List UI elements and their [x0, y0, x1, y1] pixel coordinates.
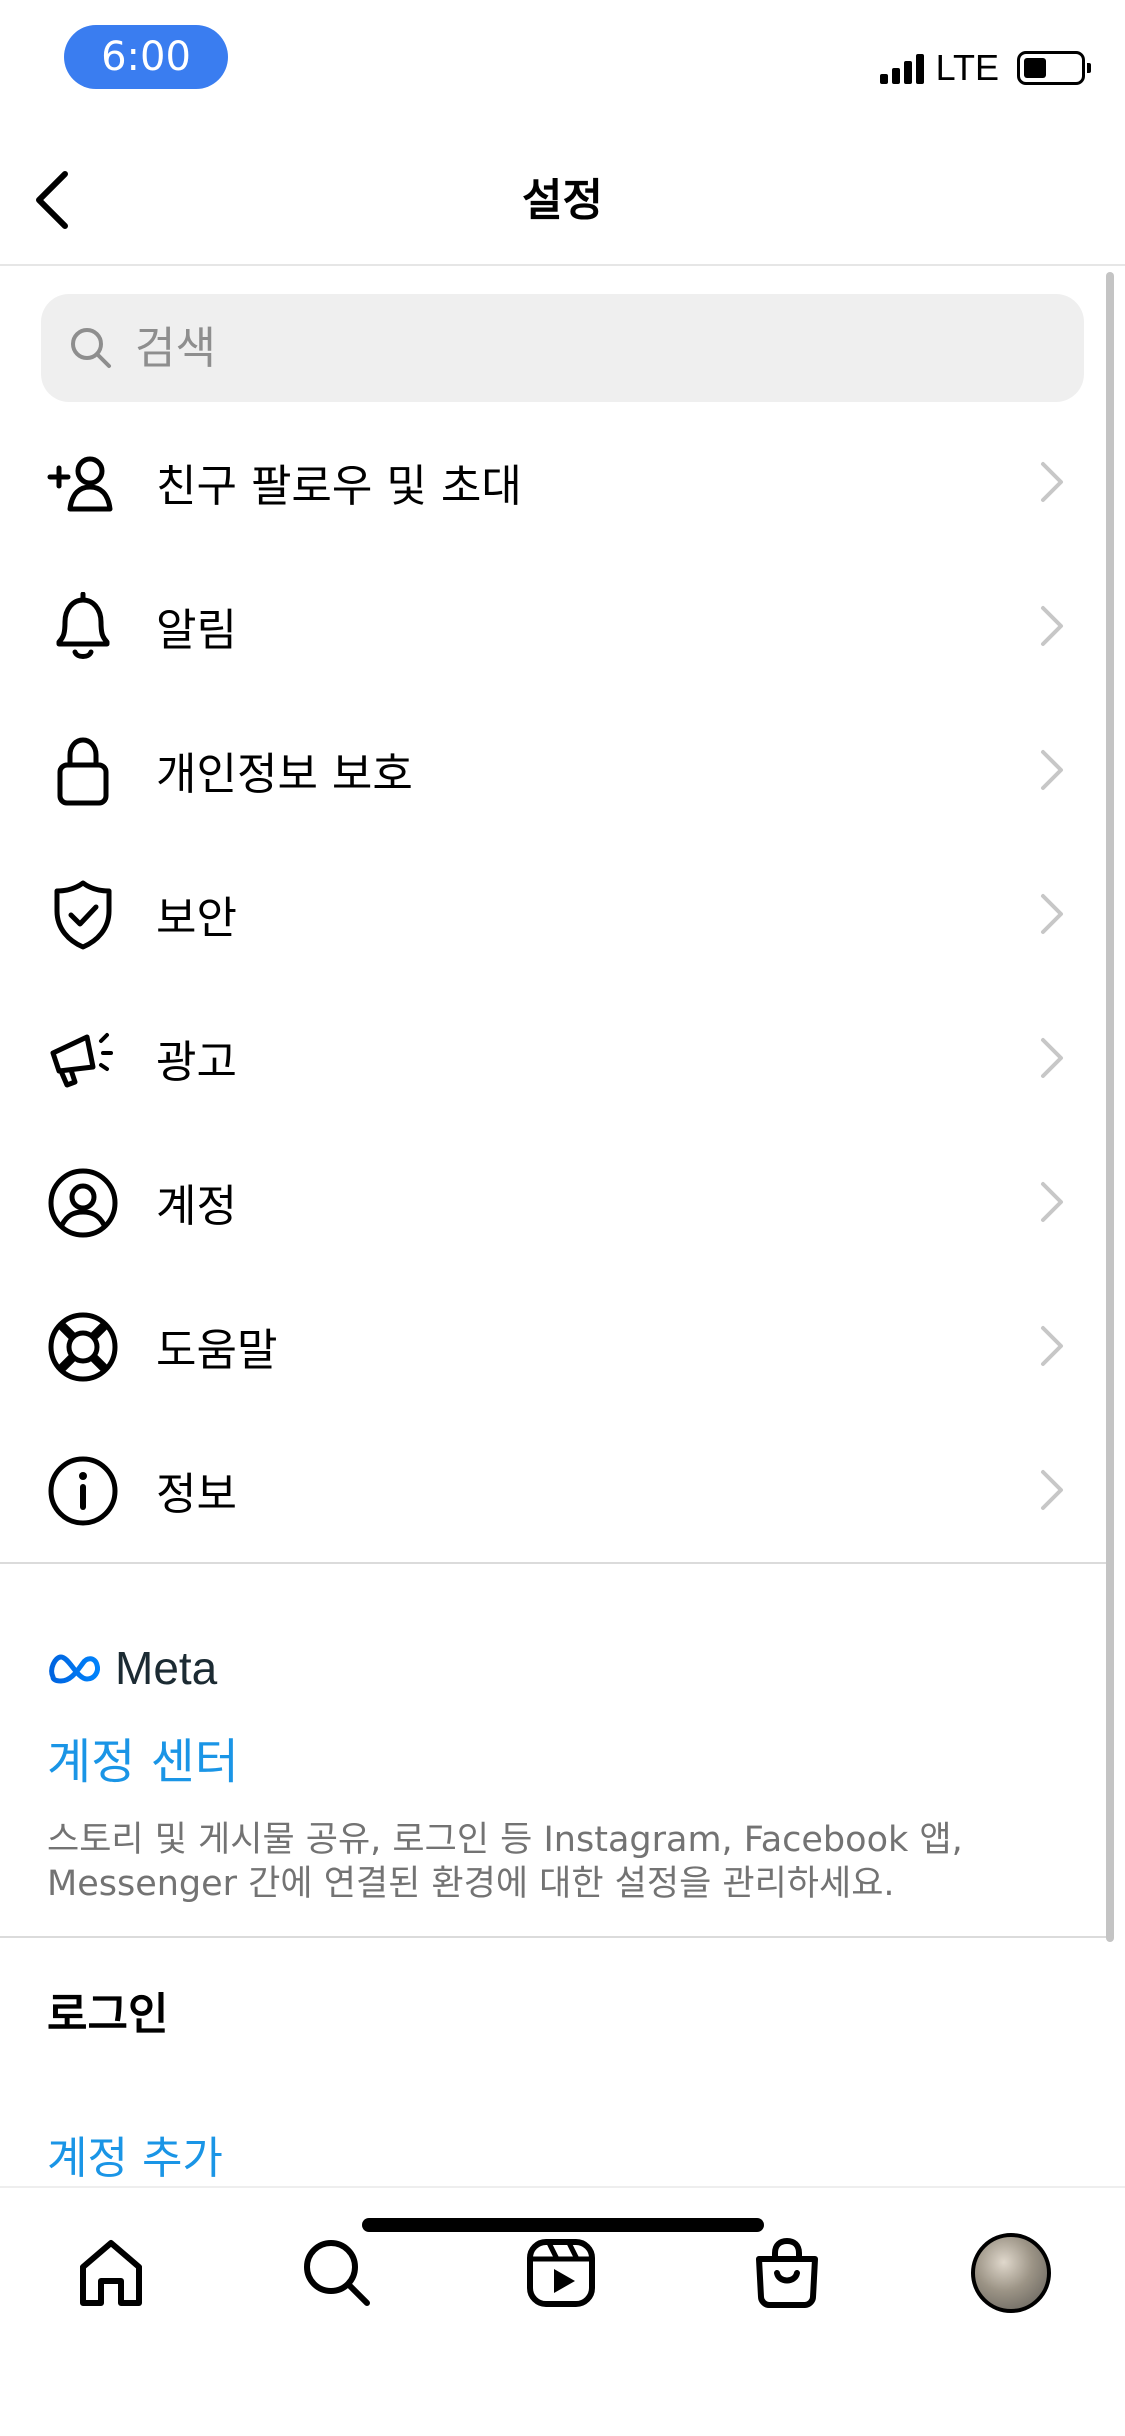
- tab-profile[interactable]: [966, 2228, 1056, 2318]
- chevron-right-icon: [1041, 1470, 1063, 1510]
- shop-icon: [756, 2237, 818, 2308]
- profile-avatar: [971, 2233, 1051, 2313]
- chevron-right-icon: [1041, 606, 1063, 646]
- lock-icon: [46, 734, 120, 808]
- tab-shop[interactable]: [742, 2228, 832, 2318]
- tab-search[interactable]: [292, 2228, 382, 2318]
- scrollbar[interactable]: [1106, 272, 1114, 1942]
- search-icon: [304, 2240, 370, 2306]
- account-circle-icon: [46, 1166, 120, 1240]
- status-time: 6:00: [64, 25, 228, 89]
- chevron-right-icon: [1041, 750, 1063, 790]
- menu-item-security[interactable]: 보안: [0, 842, 1125, 986]
- menu-item-help[interactable]: 도움말: [0, 1274, 1125, 1418]
- menu-label: 도움말: [156, 1325, 278, 1376]
- meta-infinity-icon: [49, 1654, 100, 1684]
- page-title: 설정: [522, 175, 603, 226]
- menu-label: 계정: [156, 1181, 237, 1232]
- meta-logo: Meta: [47, 1641, 217, 1695]
- signal-icon: [879, 52, 924, 84]
- chevron-right-icon: [1041, 1038, 1063, 1078]
- menu-label: 친구 팔로우 및 초대: [156, 461, 522, 512]
- search-bar[interactable]: [41, 294, 1084, 402]
- chevron-right-icon: [1041, 1182, 1063, 1222]
- accounts-center-description: 스토리 및 게시물 공유, 로그인 등 Instagram, Facebook …: [47, 1820, 963, 1904]
- menu-item-privacy[interactable]: 개인정보 보호: [0, 698, 1125, 842]
- tab-reels[interactable]: [516, 2228, 606, 2318]
- reels-icon: [527, 2239, 595, 2307]
- menu-label: 개인정보 보호: [156, 749, 413, 800]
- chevron-right-icon: [1041, 462, 1063, 502]
- chevron-right-icon: [1041, 1326, 1063, 1366]
- menu-item-about[interactable]: 정보: [0, 1418, 1125, 1562]
- home-indicator: [362, 2218, 764, 2232]
- search-input[interactable]: [135, 322, 1035, 374]
- section-divider: [0, 1562, 1110, 1564]
- menu-item-follow-invite[interactable]: 친구 팔로우 및 초대: [0, 410, 1125, 554]
- nav-header: 설정: [0, 130, 1125, 266]
- chevron-right-icon: [1041, 894, 1063, 934]
- accounts-center-link[interactable]: 계정 센터: [47, 1722, 239, 1792]
- info-icon: [46, 1454, 120, 1528]
- meta-wordmark: Meta: [115, 1642, 218, 1694]
- status-indicators: LTE: [879, 47, 1091, 88]
- network-type: LTE: [935, 47, 999, 88]
- section-divider: [0, 1936, 1110, 1938]
- add-person-icon: [46, 446, 120, 520]
- settings-menu: 친구 팔로우 및 초대 알림 개인정보 보호 보안 광고 계정 도움말 정보: [0, 410, 1125, 1562]
- menu-label: 정보: [156, 1469, 237, 1520]
- menu-label: 보안: [156, 893, 237, 944]
- menu-label: 알림: [156, 605, 237, 656]
- menu-label: 광고: [156, 1037, 237, 1088]
- search-icon: [71, 328, 111, 368]
- login-heading: 로그인: [47, 1989, 169, 2040]
- bell-icon: [46, 590, 120, 664]
- menu-item-notifications[interactable]: 알림: [0, 554, 1125, 698]
- status-bar: 6:00 LTE: [0, 0, 1125, 130]
- home-icon: [80, 2240, 142, 2306]
- menu-item-account[interactable]: 계정: [0, 1130, 1125, 1274]
- tab-home[interactable]: [66, 2228, 156, 2318]
- battery-icon: [1017, 51, 1091, 85]
- add-account-link[interactable]: 계정 추가: [47, 2122, 223, 2186]
- megaphone-icon: [46, 1022, 120, 1096]
- menu-item-ads[interactable]: 광고: [0, 986, 1125, 1130]
- lifebuoy-icon: [46, 1310, 120, 1384]
- shield-check-icon: [46, 878, 120, 952]
